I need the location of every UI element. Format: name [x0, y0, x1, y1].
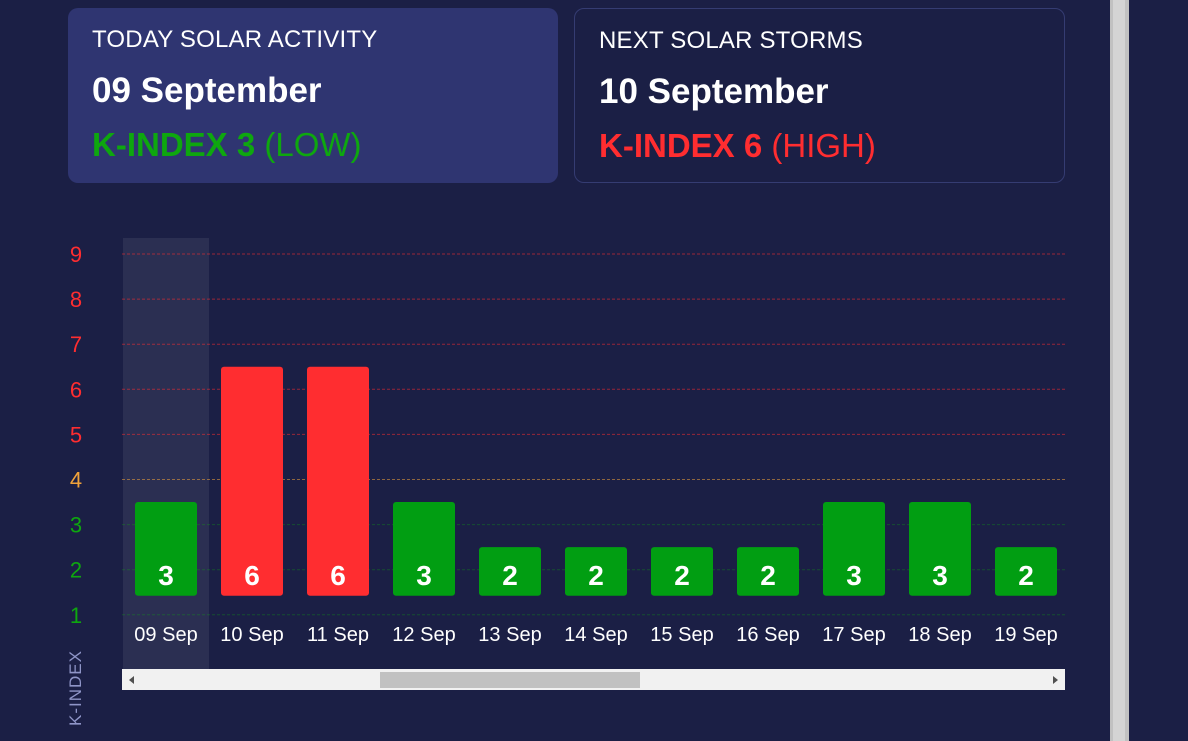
bar-value-label: 3 — [932, 560, 948, 591]
today-highlight-column — [123, 238, 209, 669]
page-vertical-scrollbar-track[interactable] — [1113, 0, 1125, 741]
scroll-right-arrow-icon[interactable] — [1053, 676, 1058, 684]
bar-value-label: 3 — [846, 560, 862, 591]
scrollbar-thumb[interactable] — [380, 672, 640, 688]
x-tick-label: 10 Sep — [220, 624, 283, 646]
x-tick-label: 11 Sep — [307, 624, 369, 646]
x-tick-label: 18 Sep — [908, 624, 971, 646]
y-tick-label-8: 8 — [70, 287, 82, 312]
bar-value-label: 2 — [1018, 560, 1034, 591]
bar-value-label: 2 — [502, 560, 518, 591]
bar-value-label: 2 — [588, 560, 604, 591]
bar-value-label: 3 — [416, 560, 432, 591]
y-tick-label-4: 4 — [70, 468, 82, 493]
bar-value-label: 3 — [158, 560, 174, 591]
bar-value-label: 2 — [674, 560, 690, 591]
y-tick-label-1: 1 — [70, 603, 82, 628]
x-tick-label: 13 Sep — [478, 624, 541, 646]
bar-value-label: 6 — [330, 560, 346, 591]
y-tick-label-2: 2 — [70, 558, 82, 583]
x-tick-label: 15 Sep — [650, 624, 713, 646]
page: TODAY SOLAR ACTIVITY 09 September K-INDE… — [0, 0, 1188, 741]
y-tick-label-6: 6 — [70, 377, 82, 402]
y-axis-label: K-INDEX — [66, 650, 85, 726]
x-tick-label: 19 Sep — [994, 624, 1057, 646]
bar-value-label: 6 — [244, 560, 260, 591]
chart-horizontal-scrollbar[interactable] — [122, 669, 1065, 690]
x-tick-label: 12 Sep — [392, 624, 455, 646]
y-tick-label-5: 5 — [70, 422, 82, 447]
x-tick-label: 17 Sep — [822, 624, 885, 646]
kindex-bar-chart: 1 2 3 4 5 6 7 8 9 3 09 Sep 6 10 Sep 6 11 Sep 3 12 Sep 2 13… — [70, 238, 1065, 669]
bar-value-label: 2 — [760, 560, 776, 591]
y-tick-label-7: 7 — [70, 332, 82, 357]
y-tick-label-9: 9 — [70, 242, 82, 267]
y-tick-label-3: 3 — [70, 513, 82, 538]
x-tick-label: 16 Sep — [736, 624, 799, 646]
x-tick-label: 14 Sep — [564, 624, 627, 646]
x-tick-label: 09 Sep — [134, 624, 197, 646]
scroll-left-arrow-icon[interactable] — [129, 676, 134, 684]
